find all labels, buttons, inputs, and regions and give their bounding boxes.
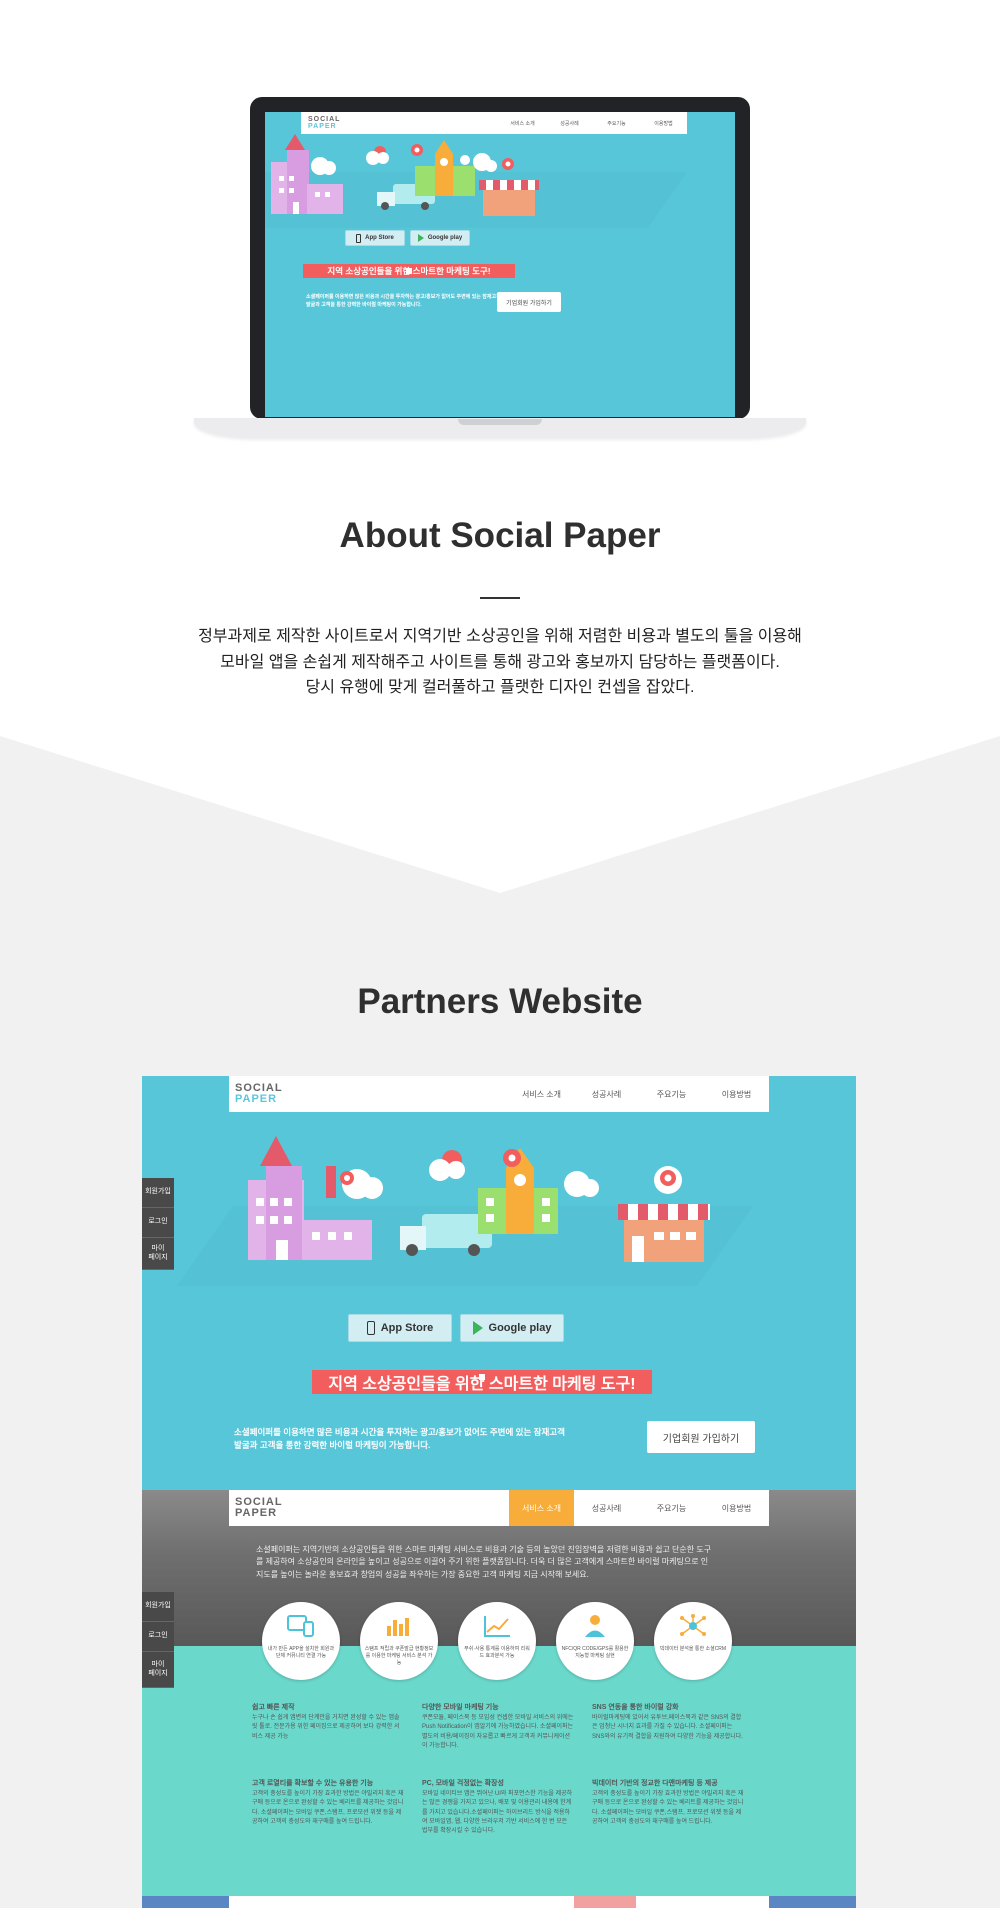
laptop-screen: SOCIAL PAPER 서비스 소개 성공사례 주요기능 이용방법 App S… — [265, 112, 735, 417]
column-heading-6: 빅데이터 기반의 정교한 다앤마케팅 등 제공 — [592, 1780, 718, 1787]
site-nav-cases[interactable]: 성공사례 — [574, 1076, 639, 1112]
feature-4: NFC/QR CODE/GPS를 활용한 지능형 마케팅 실현 — [556, 1602, 634, 1680]
laptop-notch — [458, 419, 542, 425]
site-hero-ribbon: 지역 소상공인들을 위한 스마트한 마케팅 도구! — [312, 1370, 652, 1394]
column-heading-1: 쉽고 빠른 제작 — [252, 1704, 295, 1711]
about-title: About Social Paper — [339, 516, 661, 555]
bottom-strip-center — [229, 1896, 769, 1908]
feature-5: 빅데이터 분석을 통한 소셜CRM — [654, 1602, 732, 1680]
service-intro: 소셜페이퍼는 지역기반의 소상공인들을 위한 스마트 마케팅 서비스로 비용과 … — [256, 1545, 712, 1579]
bottom-strip-accent — [574, 1896, 636, 1908]
side-tab-mypage-2[interactable]: 마이 페이지 — [142, 1652, 174, 1688]
site-logo-2[interactable]: SOCIAL PAPER — [235, 1497, 283, 1519]
site-nav-menu: 서비스 소개 성공사례 주요기능 이용방법 — [509, 1076, 769, 1112]
bottom-strip-right — [769, 1896, 856, 1908]
chart-bar-icon — [387, 1618, 409, 1636]
bottom-strip-left — [142, 1896, 229, 1908]
site-nav-menu-2: 서비스 소개 성공사례 주요기능 이용방법 — [509, 1490, 769, 1526]
site-nav-features[interactable]: 주요기능 — [639, 1076, 704, 1112]
column-heading-4: 고객 로열티를 확보할 수 있는 유용한 기능 — [252, 1780, 374, 1787]
hero-ribbon: 지역 소상공인들을 위한 스마트한 마케팅 도구! — [303, 264, 515, 278]
about-line-2: 모바일 앱을 손쉽게 제작해주고 사이트를 통해 광고와 홍보까지 담당하는 플… — [220, 654, 780, 671]
column-text-6: 고객의 충성도를 높이기 가장 효과한 방법은 야밀리지 혹은 재구매 등으로 … — [592, 1791, 744, 1825]
column-text-1: 누구나 손 쉽게 앱변의 단계만을 거치면 완성할 수 있는 앱솔릿 툴로. 전… — [252, 1715, 400, 1740]
site-nav2-features[interactable]: 주요기능 — [639, 1490, 704, 1526]
signup-button[interactable]: 기업회원 가입하기 — [497, 292, 561, 312]
logo[interactable]: SOCIAL PAPER — [308, 116, 340, 130]
site-nav-service[interactable]: 서비스 소개 — [509, 1076, 574, 1112]
nav-item-service[interactable]: 서비스 소개 — [499, 112, 546, 134]
nav-item-cases[interactable]: 성공사례 — [546, 112, 593, 134]
side-tab-login-2[interactable]: 로그인 — [142, 1622, 174, 1652]
column-text-5: 모바일 네이티브 앱은 뛰어난 UI와 퍼포먼스한 기능을 제공하는 많은 경쟁… — [422, 1791, 573, 1835]
partners-site: SOCIAL PAPER 서비스 소개 성공사례 주요기능 이용방법 회원가입 … — [142, 1076, 856, 1908]
laptop-navbar: SOCIAL PAPER 서비스 소개 성공사례 주요기능 이용방법 — [301, 112, 687, 134]
site-town-illustration — [176, 1136, 753, 1286]
column-text-3: 바이럴마케팅에 있어서 유투브,페이스북과 같은 SNS의 결합은 엄청난 시너… — [592, 1715, 743, 1740]
title-divider — [480, 597, 520, 599]
person-bulb-icon — [585, 1615, 605, 1637]
side-tab-signup-2[interactable]: 회원가입 — [142, 1592, 174, 1622]
feature-2: 스탬프 적립과 쿠폰발급 현황정보를 이용한 마케팅 서비스 분석 가능 — [360, 1602, 438, 1680]
phone-icon — [366, 1321, 375, 1335]
about-line-1: 정부과제로 제작한 사이트로서 지역기반 소상공인을 위해 저렴한 비용과 별도… — [198, 628, 802, 645]
mint-background — [142, 1646, 856, 1908]
hero-description: 소셜페이퍼를 이용하면 많은 비용과 시간을 투자하는 광고/홍보가 없어도 주… — [306, 294, 501, 308]
column-heading-2: 다양한 모바일 마케팅 기능 — [422, 1704, 499, 1711]
column-heading-3: SNS 연동을 통한 바이럴 강화 — [592, 1704, 679, 1711]
site-navbar: SOCIAL PAPER 서비스 소개 성공사례 주요기능 이용방법 — [229, 1076, 769, 1112]
about-line-3: 당시 유행에 맞게 컬러풀하고 플랫한 디자인 컨셉을 잡았다. — [305, 679, 695, 696]
column-text-2: 쿠폰모듈, 페이스북 등 모임성 컨셉한 모바일 서비스의 위에는 Push N… — [422, 1715, 574, 1749]
play-icon — [472, 1321, 483, 1335]
site-nav2-howto[interactable]: 이용방법 — [704, 1490, 769, 1526]
partners-title: Partners Website — [357, 982, 643, 1021]
site-app-store-badge[interactable]: App Store — [348, 1314, 452, 1342]
site-signup-button[interactable]: 기업회원 가입하기 — [647, 1421, 755, 1453]
app-store-badge[interactable]: App Store — [345, 230, 405, 246]
site-nav-howto[interactable]: 이용방법 — [704, 1076, 769, 1112]
column-text-4: 고객의 충성도를 높이기 가장 효과한 방법은 야밀리지 혹은 재구매 등으로 … — [252, 1791, 404, 1825]
site-nav2-service[interactable]: 서비스 소개 — [509, 1490, 574, 1526]
feature-1: 내가 만든 APP을 설치한 회원과 단체 커뮤니티 연결 가능 — [262, 1602, 340, 1680]
site-google-play-badge[interactable]: Google play — [460, 1314, 564, 1342]
line-chart-icon — [484, 1616, 510, 1637]
devices-icon — [287, 1615, 314, 1637]
feature-3: 푸쉬·사용 통계를 이용하여 리워드 효과분석 가능 — [458, 1602, 536, 1680]
site-hero-description: 소셜페이퍼를 이용하면 많은 비용과 시간을 투자하는 광고/홍보가 없어도 주… — [234, 1427, 565, 1451]
site-nav2-cases[interactable]: 성공사례 — [574, 1490, 639, 1526]
phone-icon — [356, 233, 362, 243]
nav-item-features[interactable]: 주요기능 — [593, 112, 640, 134]
site-logo[interactable]: SOCIAL PAPER — [235, 1083, 283, 1105]
site-navbar-2: SOCIAL PAPER 서비스 소개 성공사례 주요기능 이용방법 — [229, 1490, 769, 1526]
play-icon — [417, 234, 424, 242]
column-heading-5: PC, 모바일 걱정없는 확장성 — [422, 1780, 504, 1787]
network-icon — [680, 1614, 706, 1636]
white-chevron — [0, 736, 1000, 893]
town-illustration — [265, 134, 687, 228]
google-play-badge[interactable]: Google play — [410, 230, 470, 246]
nav-item-howto[interactable]: 이용방법 — [640, 112, 687, 134]
nav-menu: 서비스 소개 성공사례 주요기능 이용방법 — [499, 112, 687, 134]
